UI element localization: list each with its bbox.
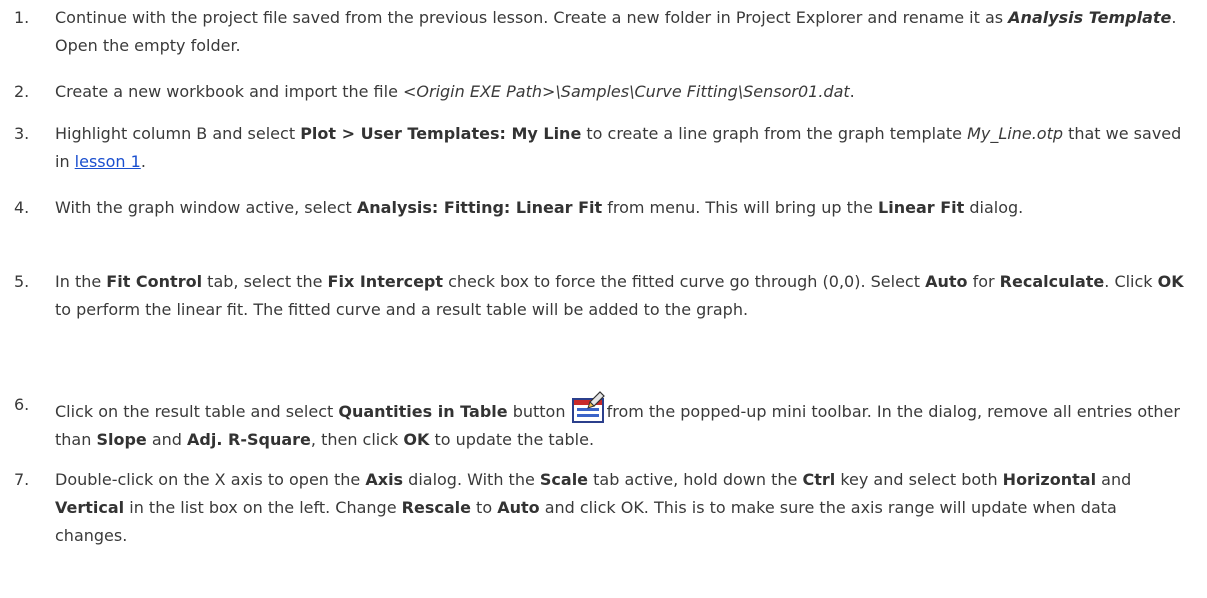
ui-term: Plot > User Templates: My Line bbox=[300, 124, 582, 143]
ui-term: Adj. R-Square bbox=[187, 430, 311, 449]
quantities-in-table-icon bbox=[571, 391, 606, 423]
step-text: Click on the result table and select Qua… bbox=[55, 391, 1190, 454]
step-text-segment: for bbox=[967, 272, 1000, 291]
ui-term: Slope bbox=[96, 430, 147, 449]
step-text: Continue with the project file saved fro… bbox=[55, 4, 1190, 60]
ui-term: Rescale bbox=[401, 498, 471, 517]
ui-term: Recalculate bbox=[999, 272, 1105, 291]
step-number: 1. bbox=[14, 8, 30, 27]
ui-term: Horizontal bbox=[1002, 470, 1097, 489]
ui-term: OK bbox=[403, 430, 430, 449]
bold-italic-text: Analysis Template bbox=[1008, 8, 1171, 27]
step-number: 4. bbox=[14, 198, 30, 217]
step-text-segment: With the graph window active, select bbox=[55, 198, 357, 217]
step-item: 3. Highlight column B and select Plot > U… bbox=[0, 120, 1190, 176]
ui-term: Axis bbox=[365, 470, 404, 489]
ui-term: Analysis: Fitting: Linear Fit bbox=[356, 198, 603, 217]
step-text-segment: button bbox=[507, 402, 571, 421]
step-text-segment: . Click bbox=[1104, 272, 1158, 291]
ui-term: Linear Fit bbox=[878, 198, 965, 217]
step-text-segment: Create a new workbook and import the fil… bbox=[55, 82, 403, 101]
step-text-segment: In the bbox=[55, 272, 107, 291]
ui-term: Quantities in Table bbox=[338, 402, 508, 421]
step-item: 2. Create a new workbook and import the f… bbox=[0, 78, 1190, 106]
ui-term: Auto bbox=[925, 272, 968, 291]
step-item: 1. Continue with the project file saved f… bbox=[0, 4, 1190, 60]
step-text-segment: tab active, hold down the bbox=[588, 470, 803, 489]
step-text-segment: Click on the result table and select bbox=[55, 402, 339, 421]
step-text-segment: and bbox=[1096, 470, 1132, 489]
ui-term: Vertical bbox=[55, 498, 125, 517]
step-number: 3. bbox=[14, 124, 30, 143]
step-text-segment: dialog. bbox=[964, 198, 1024, 217]
step-text-segment: Double-click on the X axis to open the bbox=[55, 470, 366, 489]
step-text-segment: key and select both bbox=[835, 470, 1003, 489]
step-text: Highlight column B and select Plot > Use… bbox=[55, 120, 1190, 176]
step-text-segment: . bbox=[140, 152, 146, 171]
ui-term: OK bbox=[1157, 272, 1184, 291]
step-text: Double-click on the X axis to open the A… bbox=[55, 466, 1190, 550]
step-number: 2. bbox=[14, 82, 30, 101]
step-text-segment: to update the table. bbox=[429, 430, 595, 449]
step-number: 6. bbox=[14, 395, 30, 414]
file-path-text: My_Line.otp bbox=[967, 124, 1063, 143]
step-text-segment: to create a line graph from the graph te… bbox=[581, 124, 968, 143]
step-text: Create a new workbook and import the fil… bbox=[55, 78, 1190, 106]
step-item: 5. In the Fit Control tab, select the Fix… bbox=[0, 268, 1190, 324]
ui-term: Fix Intercept bbox=[327, 272, 444, 291]
step-text: With the graph window active, select Ana… bbox=[55, 194, 1190, 222]
step-item: 6. Click on the result table and select Q… bbox=[0, 391, 1190, 454]
step-text-segment: tab, select the bbox=[202, 272, 328, 291]
step-text: In the Fit Control tab, select the Fix I… bbox=[55, 268, 1190, 324]
step-number: 5. bbox=[14, 272, 30, 291]
file-path-text: <Origin EXE Path>\Samples\Curve Fitting\… bbox=[403, 82, 850, 101]
step-text-segment: from menu. This will bring up the bbox=[602, 198, 879, 217]
ui-term: Auto bbox=[497, 498, 540, 517]
ui-term: Fit Control bbox=[106, 272, 203, 291]
step-text-segment: to bbox=[470, 498, 498, 517]
step-text-segment: in the list box on the left. Change bbox=[124, 498, 402, 517]
lesson-link[interactable]: lesson 1 bbox=[75, 152, 141, 171]
step-text-segment: , then click bbox=[310, 430, 404, 449]
step-number: 7. bbox=[14, 470, 30, 489]
emphasis-text: Analysis Template bbox=[1008, 8, 1172, 27]
step-text-segment: . bbox=[849, 82, 855, 101]
step-item: 4. With the graph window active, select A… bbox=[0, 194, 1190, 222]
step-text-segment: dialog. With the bbox=[403, 470, 540, 489]
step-text-segment: check box to force the fitted curve go t… bbox=[443, 272, 926, 291]
step-item: 7. Double-click on the X axis to open the… bbox=[0, 466, 1190, 550]
ui-term: Ctrl bbox=[802, 470, 836, 489]
ui-term: Scale bbox=[539, 470, 589, 489]
step-text-segment: and bbox=[146, 430, 188, 449]
step-text-segment: Highlight column B and select bbox=[55, 124, 301, 143]
step-text-segment: to perform the linear fit. The fitted cu… bbox=[55, 300, 749, 319]
step-text-segment: Continue with the project file saved fro… bbox=[55, 8, 1009, 27]
